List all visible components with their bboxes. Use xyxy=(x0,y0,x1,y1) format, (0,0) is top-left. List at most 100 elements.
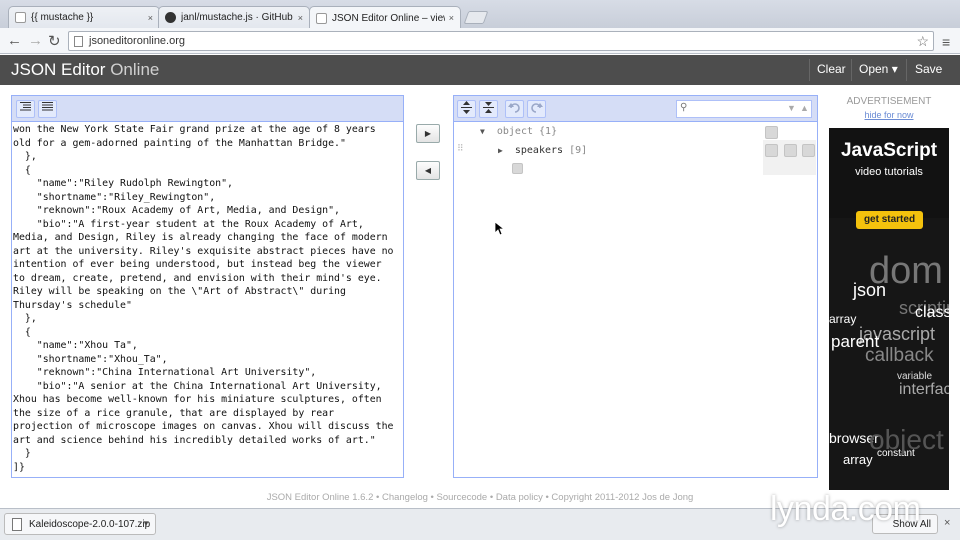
reload-icon[interactable]: ↻ xyxy=(48,32,61,50)
page-icon xyxy=(316,12,327,24)
code-editor-panel: won the New York State Fair grand prize … xyxy=(11,95,404,478)
undo-icon xyxy=(508,103,520,113)
divider xyxy=(906,59,907,81)
code-line: "shortname":"Riley_Rewington", xyxy=(13,191,216,203)
expand-all-icon xyxy=(461,101,472,114)
forward-icon[interactable]: → xyxy=(28,32,43,49)
search-previous-icon[interactable]: ▲ xyxy=(800,103,809,113)
open-button[interactable]: Open ▾ xyxy=(859,62,898,76)
clear-button[interactable]: Clear xyxy=(817,62,846,76)
code-line: { xyxy=(13,164,31,176)
undo-button[interactable] xyxy=(505,100,524,118)
ad-word: object xyxy=(869,424,944,455)
tab-title: janl/mustache.js · GitHub xyxy=(181,12,293,23)
get-started-button[interactable]: get started xyxy=(856,211,923,229)
code-line: "shortname":"Xhou_Ta", xyxy=(13,353,168,365)
ad-word: json xyxy=(853,280,887,300)
drag-handle-icon[interactable]: ⠿ xyxy=(457,144,464,154)
code-line: }, xyxy=(13,313,37,324)
ad-word: interface xyxy=(899,381,949,398)
mouse-cursor-icon xyxy=(495,222,505,236)
hide-ad-link[interactable]: hide for now xyxy=(829,110,949,120)
tab-json-editor[interactable]: JSON Editor Online – view, e × xyxy=(309,6,461,29)
code-line: projection of microscope images on canva… xyxy=(13,421,394,432)
context-menu-icon[interactable] xyxy=(765,126,778,139)
code-line: art and science behind his incredibly de… xyxy=(13,434,376,446)
format-button[interactable] xyxy=(16,100,35,118)
code-line: won the New York State Fair grand prize … xyxy=(13,124,376,135)
ad-word: callback xyxy=(865,345,934,366)
code-line: ]} xyxy=(13,461,25,473)
url-text: jsoneditoronline.org xyxy=(89,35,186,47)
code-line: "bio":"A senior at the China Internation… xyxy=(13,380,382,392)
ad-word: class xyxy=(915,304,949,321)
bookmark-star-icon[interactable]: ☆ xyxy=(916,33,929,50)
code-toolbar xyxy=(12,96,403,122)
json-text-area[interactable]: won the New York State Fair grand prize … xyxy=(13,123,403,474)
code-line: "bio":"A first-year student at the Roux … xyxy=(13,218,364,230)
code-line: art at the university. Riley's exquisite… xyxy=(13,245,394,257)
close-tab-icon[interactable]: × xyxy=(298,13,303,23)
compact-button[interactable] xyxy=(38,100,57,118)
code-line: Xhou has become well-known for his minia… xyxy=(13,394,382,405)
copy-to-tree-button[interactable]: ▶ xyxy=(416,124,440,143)
browser-toolbar: ← → ↻ jsoneditoronline.org ☆ ≡ xyxy=(0,28,960,54)
code-line: Riley will be speaking on the \"Art of A… xyxy=(13,286,346,297)
browser-tab-strip: {{ mustache }} × janl/mustache.js · GitH… xyxy=(0,0,960,29)
code-line: "name":"Riley Rudolph Rewington", xyxy=(13,178,233,189)
collapsed-triangle-icon[interactable]: ▶ xyxy=(498,146,503,155)
app-title: JSON Editor Online xyxy=(11,60,159,80)
download-item[interactable]: Kaleidoscope-2.0.0-107.zip ▼ xyxy=(4,513,156,535)
app-header: JSON Editor Online Clear Open ▾ Save xyxy=(0,55,960,85)
address-bar[interactable]: jsoneditoronline.org ☆ xyxy=(68,31,934,51)
expand-all-button[interactable] xyxy=(457,100,476,118)
tab-mustache[interactable]: {{ mustache }} × xyxy=(8,6,160,28)
search-next-icon[interactable]: ▼ xyxy=(787,103,796,113)
tree-search[interactable]: ⚲ ▼ ▲ xyxy=(676,100,812,118)
node-count: {1} xyxy=(539,126,558,137)
code-line: }, xyxy=(13,151,37,162)
close-shelf-icon[interactable]: × xyxy=(944,517,950,529)
code-line: to dream, create, pretend, and envision … xyxy=(13,272,382,284)
app-title-light: Online xyxy=(105,60,160,79)
code-line: intention of ever being understood, but … xyxy=(13,259,382,270)
divider xyxy=(809,59,810,81)
node-type: object xyxy=(496,126,533,137)
browser-menu-icon[interactable]: ≡ xyxy=(942,34,950,50)
back-icon[interactable]: ← xyxy=(7,32,22,49)
page-icon xyxy=(15,12,26,23)
tree-editor-panel: ⚲ ▼ ▲ ▼ object {1} ⠿ ▶ speakers [9] xyxy=(453,95,818,478)
search-icon: ⚲ xyxy=(680,102,688,113)
format-icon xyxy=(20,102,31,111)
expanded-triangle-icon[interactable]: ▼ xyxy=(480,127,485,136)
node-key: speakers xyxy=(514,145,564,156)
github-icon xyxy=(165,12,176,23)
append-icon[interactable] xyxy=(512,163,523,174)
tab-title: {{ mustache }} xyxy=(31,12,94,23)
duplicate-icon[interactable] xyxy=(784,144,797,157)
ad-label: ADVERTISEMENT xyxy=(846,96,932,107)
tree-node-speakers[interactable]: ▶ speakers [9] xyxy=(498,145,587,156)
new-tab-button[interactable] xyxy=(463,11,489,24)
context-menu-icon[interactable] xyxy=(765,144,778,157)
node-count: [9] xyxy=(569,145,588,156)
delete-icon[interactable] xyxy=(802,144,815,157)
save-button[interactable]: Save xyxy=(915,62,942,76)
tree-node-root[interactable]: ▼ object {1} xyxy=(480,126,557,137)
redo-button[interactable] xyxy=(527,100,546,118)
tree-toolbar: ⚲ ▼ ▲ xyxy=(454,96,817,122)
file-icon xyxy=(12,518,22,531)
chevron-down-icon[interactable]: ▼ xyxy=(142,519,150,528)
close-tab-icon[interactable]: × xyxy=(449,13,454,23)
collapse-all-button[interactable] xyxy=(479,100,498,118)
close-tab-icon[interactable]: × xyxy=(148,13,153,23)
download-filename: Kaleidoscope-2.0.0-107.zip xyxy=(29,519,151,530)
ad-banner[interactable]: JavaScript video tutorials get started d… xyxy=(829,128,949,490)
redo-icon xyxy=(531,103,543,113)
app-title-bold: JSON Editor xyxy=(11,60,106,79)
page-icon xyxy=(74,36,83,47)
code-line: Thursday's schedule" xyxy=(13,299,132,311)
ad-subline: video tutorials xyxy=(855,166,923,178)
tab-github[interactable]: janl/mustache.js · GitHub × xyxy=(158,6,310,28)
copy-to-code-button[interactable]: ◀ xyxy=(416,161,440,180)
